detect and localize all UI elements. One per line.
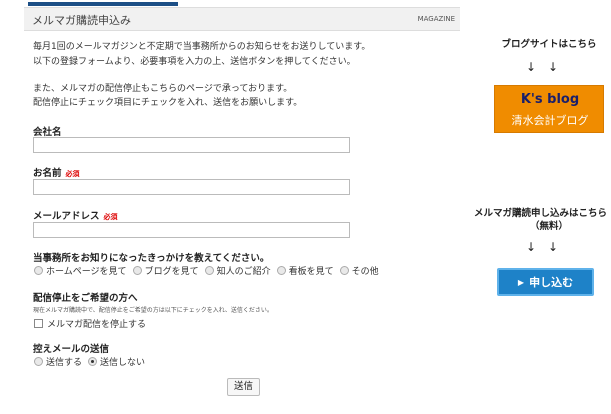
- blog-banner-link[interactable]: K's blog 清水会計ブログ: [494, 85, 604, 133]
- radio-button[interactable]: [34, 357, 43, 366]
- intro-line-3: また、メルマガの配信停止もこちらのページで承っております。: [33, 84, 293, 94]
- email-input[interactable]: [33, 222, 350, 238]
- unsubscribe-note: 現在メルマガ購読中で、配信停止をご希望の方は以下にチェックを入れ、送信ください。: [33, 307, 273, 314]
- name-label: お名前 必須: [33, 165, 80, 179]
- blog-subtitle: 清水会計ブログ: [511, 114, 589, 127]
- copy-option-send[interactable]: 送信する: [34, 355, 82, 368]
- intro-line-2: 以下の登録フォームより、必要事項を入力の上、送信ボタンを押してください。: [33, 57, 356, 67]
- required-mark: 必須: [103, 213, 118, 221]
- apply-button-label: 申し込む: [529, 276, 574, 289]
- down-arrows-icon: ↓ ↓: [526, 60, 559, 74]
- unsubscribe-label: 配信停止をご希望の方へ: [33, 293, 138, 304]
- company-input[interactable]: [33, 137, 350, 153]
- blog-heading: ブログサイトはこちら: [501, 39, 597, 50]
- source-option-blog[interactable]: ブログを見て: [132, 264, 199, 277]
- radio-button[interactable]: [204, 266, 214, 275]
- required-mark: 必須: [65, 170, 80, 178]
- option-label: ブログを見て: [144, 267, 199, 277]
- option-label: 知人のご紹介: [216, 267, 271, 277]
- option-label: 送信する: [46, 358, 83, 368]
- copy-option-no-send[interactable]: 送信しない: [88, 355, 145, 368]
- intro-line-4: 配信停止にチェック項目にチェックを入れ、送信をお願いします。: [33, 98, 303, 108]
- section-header: メルマガ購読申込み MAGAZINE: [24, 7, 460, 31]
- copy-mail-label: 控えメールの送信: [33, 344, 110, 355]
- source-option-other[interactable]: その他: [339, 264, 379, 277]
- radio-button[interactable]: [339, 266, 349, 275]
- source-option-referral[interactable]: 知人のご紹介: [204, 264, 271, 277]
- name-label-text: お名前: [33, 168, 62, 179]
- subscribe-heading: メルマガ購読申し込みはこちら: [473, 208, 607, 219]
- source-option-signboard[interactable]: 看板を見て: [276, 264, 334, 277]
- radio-button[interactable]: [276, 266, 286, 275]
- submit-button[interactable]: 送信: [227, 378, 260, 396]
- apply-button[interactable]: ▶ 申し込む: [497, 268, 594, 296]
- unsubscribe-option[interactable]: メルマガ配信を停止する: [34, 317, 146, 330]
- play-triangle-icon: ▶: [517, 277, 525, 287]
- unsubscribe-checkbox-label: メルマガ配信を停止する: [47, 320, 147, 330]
- radio-button[interactable]: [132, 266, 142, 275]
- unsubscribe-checkbox[interactable]: [34, 319, 43, 328]
- copy-mail-radio-group: 送信する 送信しない: [34, 355, 151, 368]
- intro-line-1: 毎月1回のメールマガジンと不定期で当事務所からのお知らせをお送りしています。: [33, 42, 371, 52]
- header-accent-bar: [28, 2, 178, 6]
- source-radio-group: ホームページを見て ブログを見て 知人のご紹介 看板を見て その他: [34, 264, 385, 277]
- option-label: 看板を見て: [288, 267, 334, 277]
- option-label: その他: [351, 267, 379, 277]
- blog-title: K's blog: [520, 92, 580, 107]
- radio-button[interactable]: [34, 266, 43, 275]
- subscribe-free: （無料）: [529, 221, 568, 232]
- email-label: メールアドレス 必須: [33, 208, 118, 222]
- name-input[interactable]: [33, 179, 350, 195]
- down-arrows-icon: ↓ ↓: [526, 240, 559, 254]
- company-label: 会社名: [33, 127, 62, 138]
- page-title: メルマガ購読申込み: [32, 14, 131, 27]
- source-option-homepage[interactable]: ホームページを見て: [34, 264, 127, 277]
- option-label: 送信しない: [100, 358, 146, 368]
- header-tag: MAGAZINE: [417, 15, 455, 23]
- radio-button-selected[interactable]: [88, 357, 98, 366]
- source-label: 当事務所をお知りになったきっかけを教えてください。: [33, 253, 270, 264]
- email-label-text: メールアドレス: [33, 211, 100, 222]
- option-label: ホームページを見て: [46, 267, 127, 277]
- form-area: メルマガ購読申込み MAGAZINE 毎月1回のメールマガジンと不定期で当事務所…: [0, 0, 462, 414]
